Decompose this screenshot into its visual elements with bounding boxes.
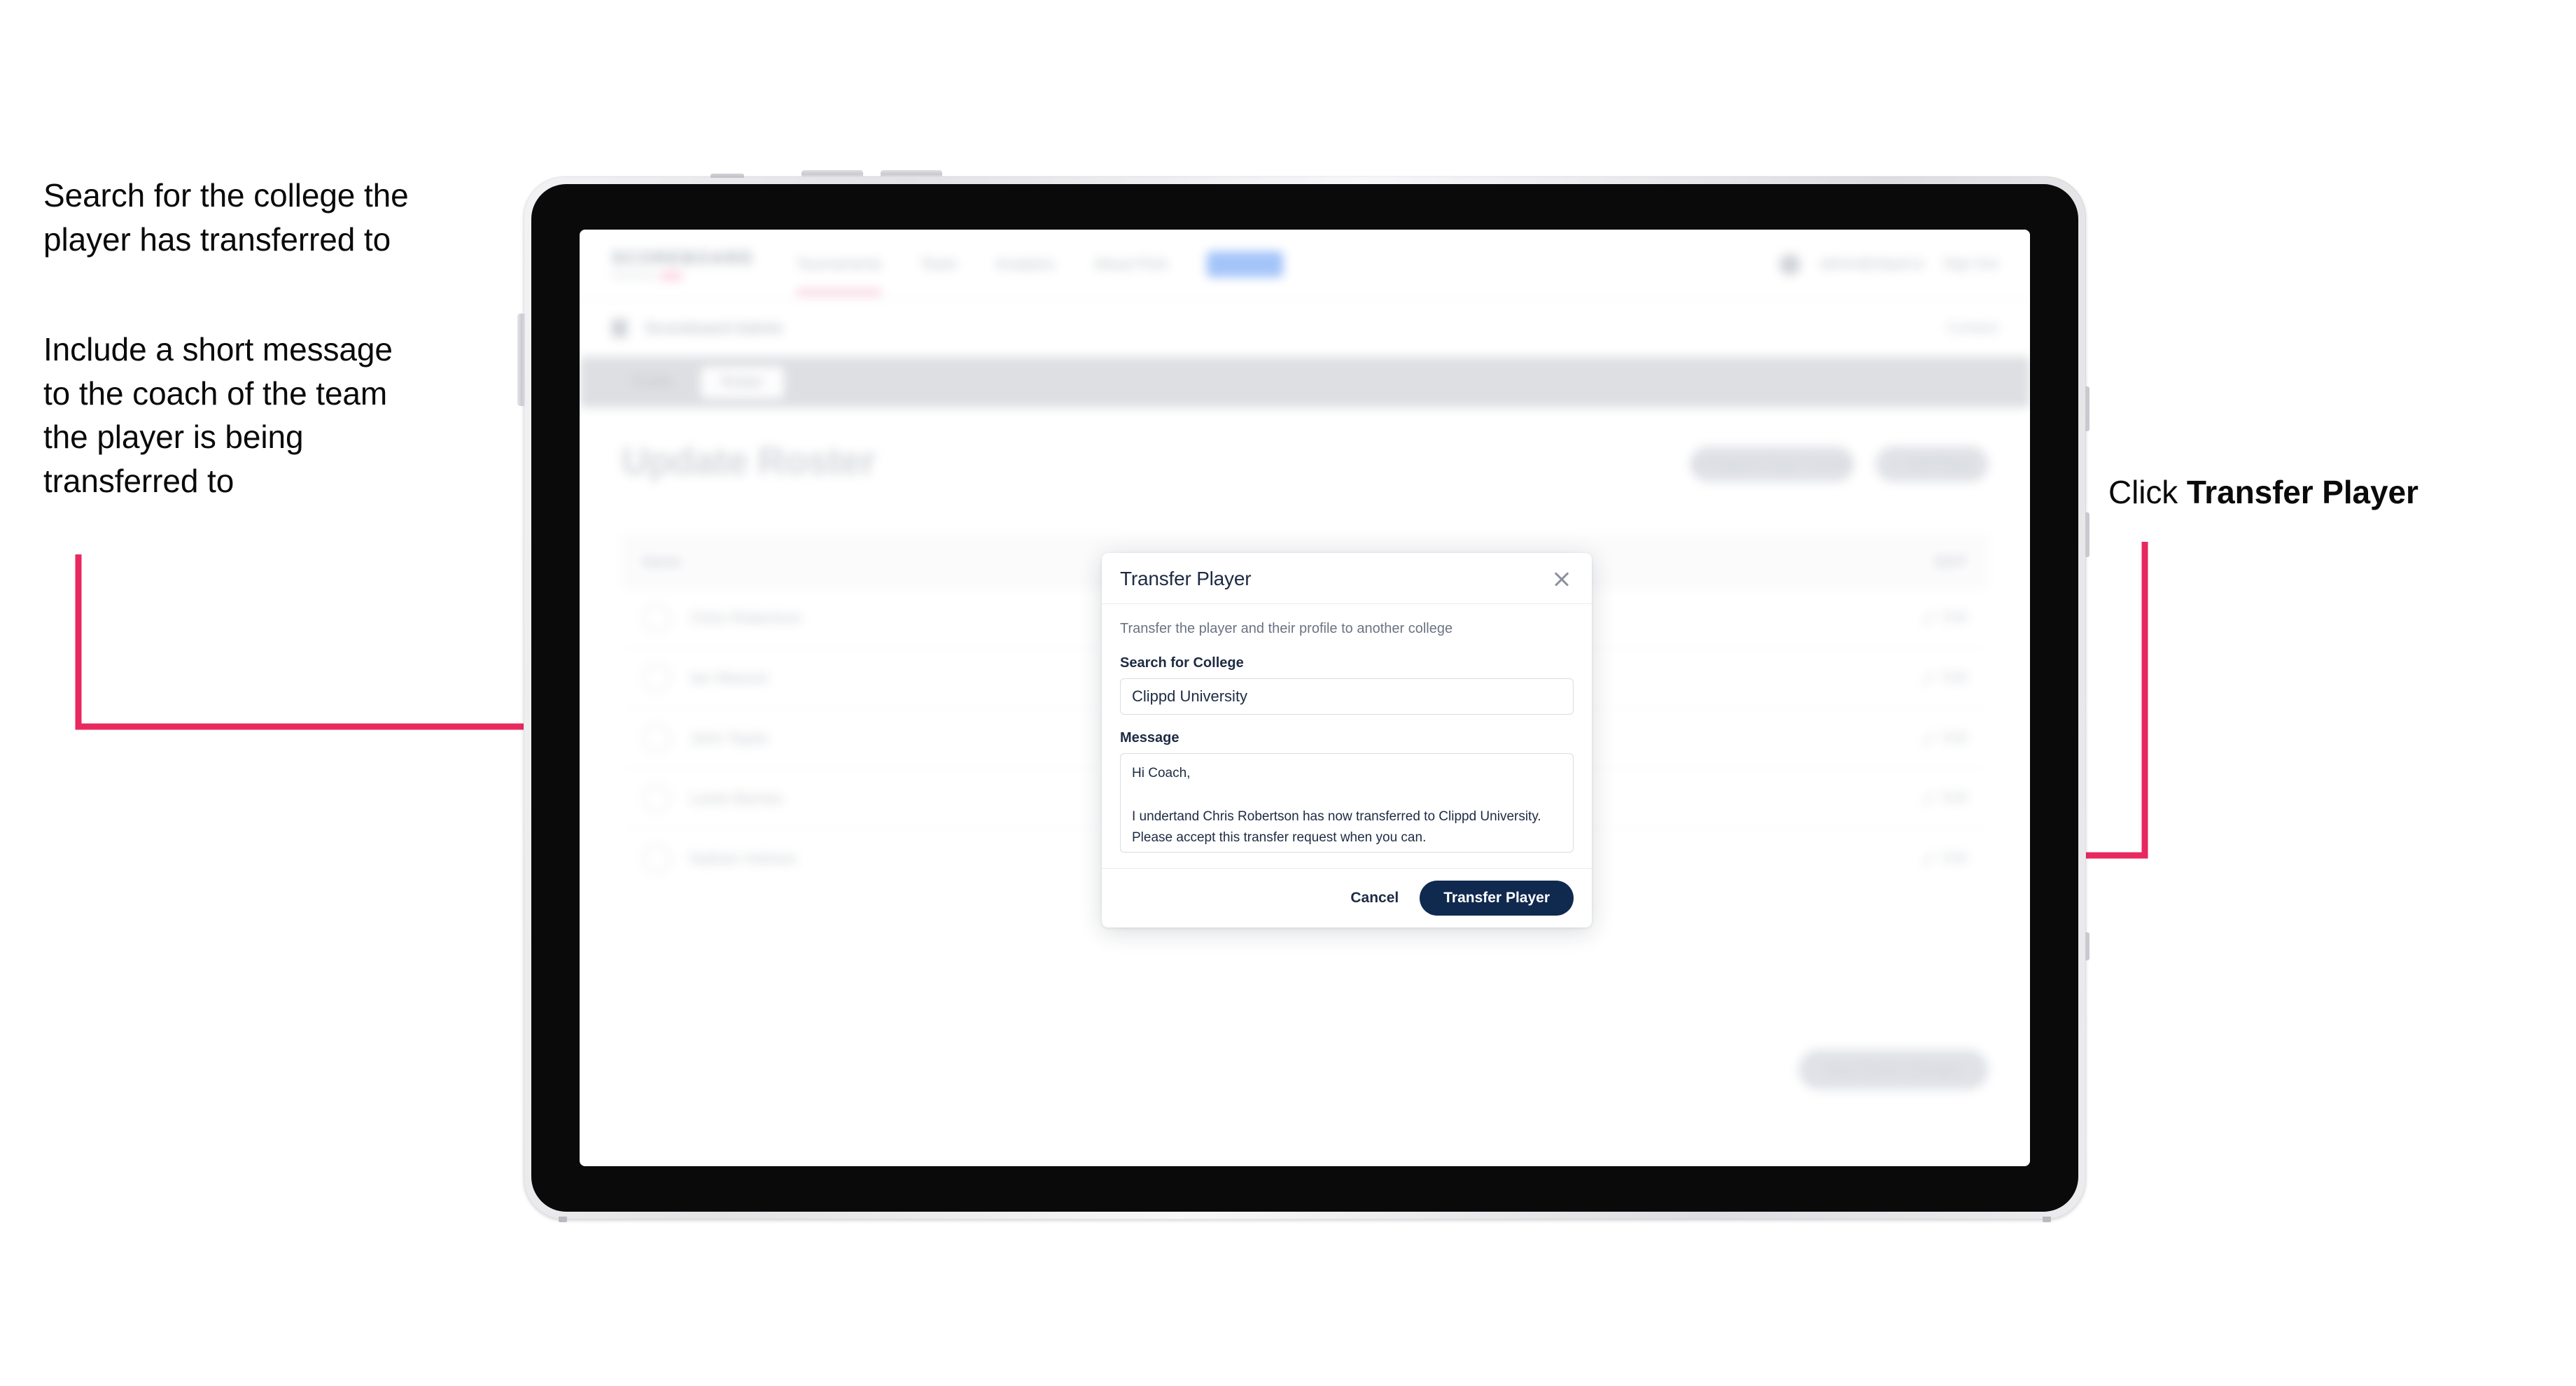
dialog-header: Transfer Player [1102,553,1592,604]
close-icon[interactable] [1550,567,1574,591]
tablet-volume-down-button[interactable] [881,170,942,178]
tablet-antenna-line [710,174,744,178]
tablet-side-accent-2 [2085,512,2090,557]
search-college-label: Search for College [1120,655,1244,671]
message-textarea[interactable]: Hi Coach, I undertand Chris Robertson ha… [1120,753,1574,853]
tablet-side-accent-1 [2085,386,2090,431]
field-group-message: Message Hi Coach, I undertand Chris Robe… [1120,730,1574,853]
tablet-foot-left [559,1217,567,1222]
annotation-right-prefix: Click [2108,474,2187,510]
dialog-footer: Cancel Transfer Player [1102,868,1592,927]
cancel-button[interactable]: Cancel [1350,890,1399,906]
dialog-body: Transfer the player and their profile to… [1102,604,1592,868]
dialog-title: Transfer Player [1120,568,1252,589]
transfer-player-dialog: Transfer Player Transfer the player and … [1102,553,1592,927]
tablet-power-button[interactable] [517,314,525,406]
tablet-volume-up-button[interactable] [802,170,863,178]
tablet-device: SCOREBOARD Powered by Tournaments Team A… [517,170,2090,1222]
annotation-search-college: Search for the college the player has tr… [43,177,409,258]
search-college-input[interactable]: Clippd University [1120,678,1574,715]
annotation-include-message: Include a short message to the coach of … [43,331,393,499]
message-label: Message [1120,730,1180,746]
screenshot-stage: Search for the college the player has tr… [0,0,2576,1386]
tablet-side-accent-3 [2085,932,2090,960]
annotation-right-bold: Transfer Player [2186,474,2418,510]
annotation-click-transfer-player: Click Transfer Player [2108,470,2556,514]
tablet-foot-right [2043,1217,2051,1222]
transfer-player-button[interactable]: Transfer Player [1420,881,1574,916]
dialog-description: Transfer the player and their profile to… [1120,621,1453,636]
field-group-search-college: Search for College Clippd University [1120,655,1574,715]
tablet-screen: SCOREBOARD Powered by Tournaments Team A… [580,230,2030,1166]
